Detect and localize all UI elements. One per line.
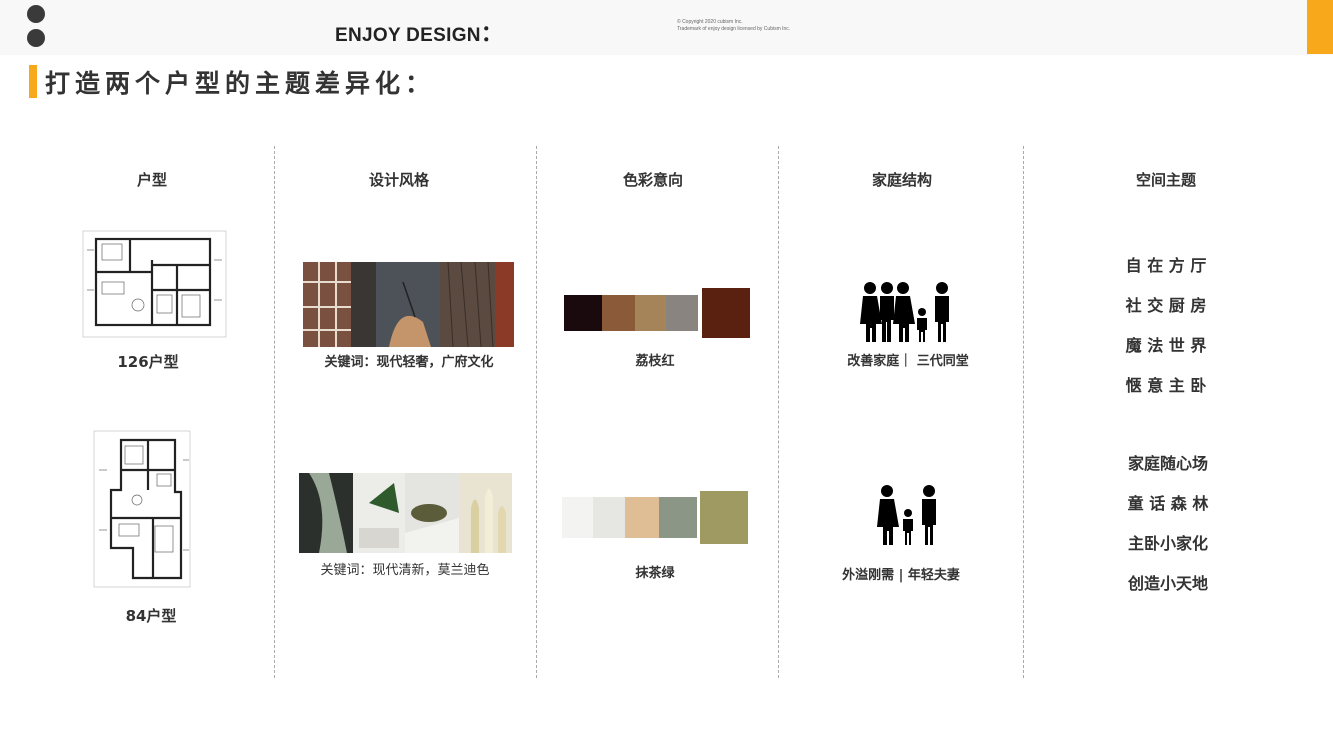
- style-keywords-84: 关键词：现代清新，莫兰迪色: [320, 563, 490, 578]
- three-generation-family-icon: [860, 282, 949, 342]
- column-header-unit: 户型: [136, 171, 167, 189]
- color-swatch: [625, 497, 659, 538]
- page-title: 打造两个户型的主题差异化：: [45, 69, 436, 98]
- column-divider: [778, 146, 779, 678]
- column-header-theme: 空间主题: [1135, 171, 1196, 189]
- color-name-84: 抹茶绿: [635, 566, 675, 581]
- space-theme-item: 社 交 厨 房: [1125, 296, 1207, 315]
- young-couple-family-icon: [877, 485, 936, 545]
- floor-plan-126-image: [82, 230, 227, 338]
- floor-plan-84-image: [93, 430, 191, 588]
- space-theme-item: 自 在 方 厅: [1125, 256, 1207, 275]
- style-keywords-126: 关键词：现代轻奢，广府文化: [324, 355, 494, 370]
- column-header-family: 家庭结构: [871, 171, 932, 189]
- copyright-notice: © Copyright 2020 cubism Inc. Trademark o…: [677, 19, 790, 33]
- color-swatch: [602, 295, 635, 331]
- copyright-line: © Copyright 2020 cubism Inc.: [677, 19, 743, 25]
- column-divider: [274, 146, 275, 678]
- unit-126-label: 126户型: [117, 353, 179, 371]
- color-swatch: [562, 497, 593, 538]
- unit-84-label: 84户型: [125, 607, 177, 625]
- menu-dot-icon: [27, 5, 45, 23]
- color-swatch: [564, 295, 602, 331]
- modern-fresh-moodboard-image: [299, 473, 512, 553]
- color-swatch: [666, 295, 698, 331]
- column-header-color: 色彩意向: [622, 171, 683, 189]
- brand-mark: ：: [480, 21, 504, 46]
- brand-name: ENJOY DESIGN: [335, 25, 481, 46]
- top-header: ENJOY DESIGN： © Copyright 2020 cubism In…: [0, 0, 1333, 55]
- trademark-line: Trademark of enjoy design licensed by Cu…: [677, 26, 791, 32]
- color-swatch: [593, 497, 625, 538]
- family-label-84: 外溢刚需 | 年轻夫妻: [842, 568, 960, 583]
- space-theme-item: 惬 意 主 卧: [1125, 376, 1207, 395]
- modern-luxury-moodboard-image: [303, 262, 514, 347]
- family-label-126: 改善家庭｜ 三代同堂: [847, 354, 969, 369]
- space-theme-item: 家庭随心场: [1127, 454, 1208, 473]
- space-theme-item: 童 话 森 林: [1127, 494, 1209, 513]
- accent-color-swatch: [700, 491, 748, 544]
- accent-color-swatch: [702, 288, 750, 338]
- column-divider: [1023, 146, 1024, 678]
- color-swatch: [635, 295, 666, 331]
- menu-dot-icon: [27, 29, 45, 47]
- title-accent-bar: [29, 65, 37, 98]
- color-name-126: 荔枝红: [635, 354, 675, 369]
- space-theme-item: 主卧小家化: [1127, 534, 1208, 553]
- space-theme-item: 创造小天地: [1127, 574, 1208, 593]
- column-header-style: 设计风格: [368, 171, 429, 189]
- space-theme-item: 魔 法 世 界: [1125, 336, 1207, 355]
- corner-accent: [1307, 0, 1333, 54]
- color-swatch: [659, 497, 697, 538]
- brand-logo: ENJOY DESIGN：: [335, 16, 503, 48]
- column-divider: [536, 146, 537, 678]
